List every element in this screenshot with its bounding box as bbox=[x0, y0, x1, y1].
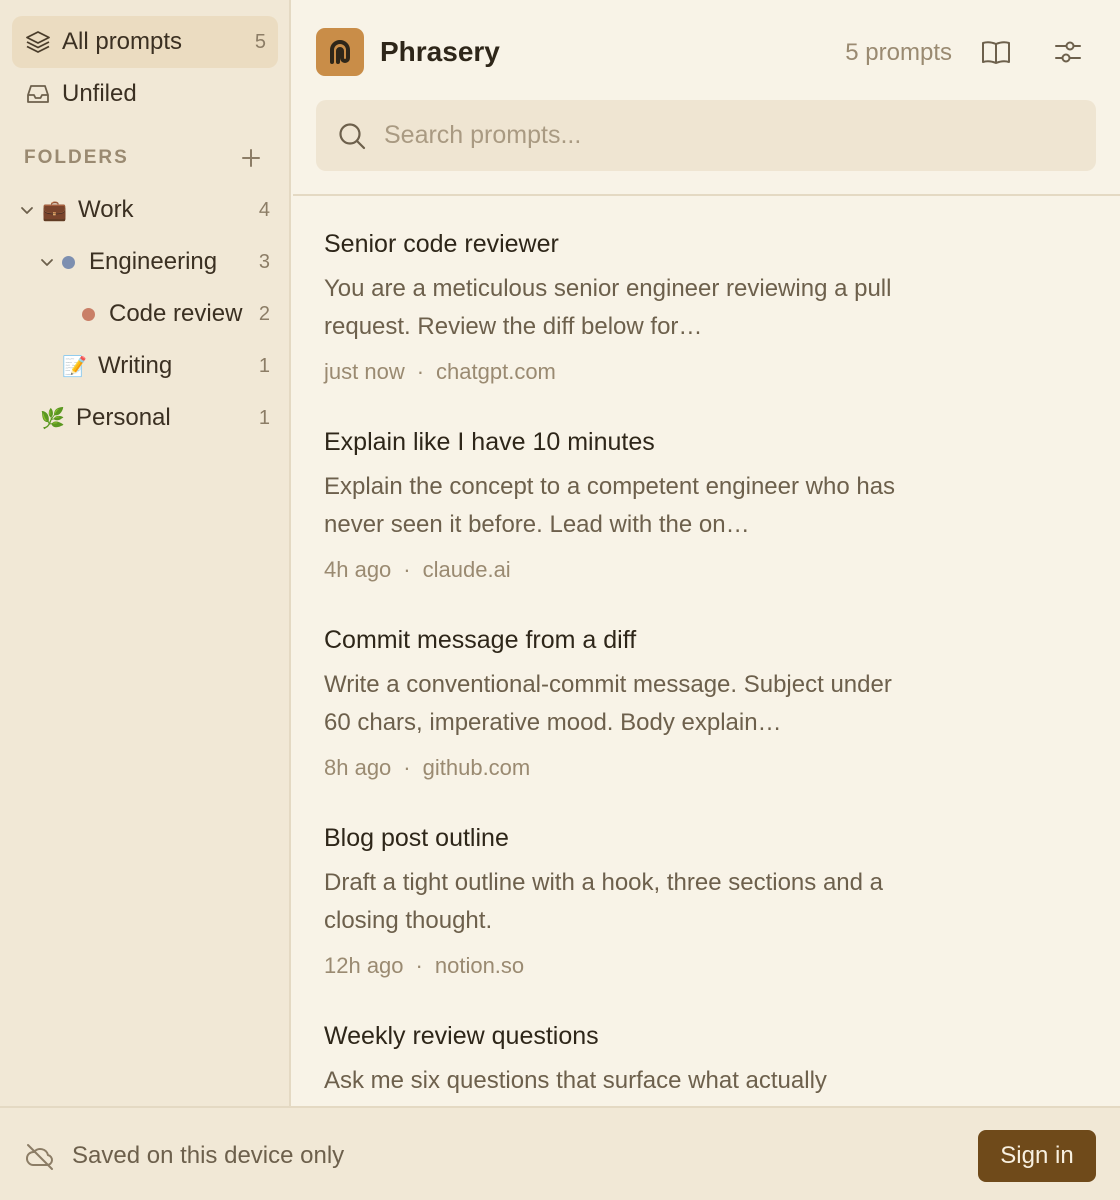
search-input[interactable] bbox=[384, 121, 1064, 150]
meta-separator: · bbox=[403, 557, 411, 582]
prompt-count: 5 prompts bbox=[845, 39, 952, 66]
folder-color-dot bbox=[82, 307, 95, 321]
settings-sliders-button[interactable] bbox=[1050, 34, 1086, 70]
nav-unfiled-label: Unfiled bbox=[62, 80, 137, 107]
briefcase-icon: 💼 bbox=[42, 199, 67, 222]
folder-engineering-label: Engineering bbox=[89, 248, 218, 275]
nav-all-prompts[interactable]: All prompts 5 bbox=[12, 16, 278, 68]
prompt-meta: 12h ago · notion.so bbox=[324, 952, 924, 980]
folder-writing-count: 1 bbox=[258, 354, 270, 377]
prompt-time: just now bbox=[324, 359, 405, 384]
prompt-preview: Explain the concept to a competent engin… bbox=[324, 473, 896, 538]
prompt-title: Commit message from a diff bbox=[324, 626, 637, 654]
folders-label: FOLDERS bbox=[24, 147, 129, 168]
prompt-source: claude.ai bbox=[422, 557, 511, 582]
add-folder-button[interactable] bbox=[238, 145, 264, 171]
folders-header: FOLDERS bbox=[24, 145, 264, 171]
folder-personal[interactable]: 🌿 Personal 1 bbox=[0, 398, 280, 438]
prompt-time: 12h ago bbox=[324, 953, 404, 978]
chevron-down-icon[interactable] bbox=[18, 201, 36, 219]
folder-writing[interactable]: 📝 Writing 1 bbox=[0, 346, 280, 386]
prompt-title: Blog post outline bbox=[324, 824, 509, 852]
prompt-card[interactable]: Senior code reviewer You are a meticulou… bbox=[324, 228, 924, 386]
nav-all-prompts-label: All prompts bbox=[62, 28, 183, 55]
folder-work-count: 4 bbox=[258, 198, 270, 221]
app-window: All prompts 5 Unfiled FOLDERS 💼 Work 4 E… bbox=[0, 0, 1120, 1200]
folder-color-dot bbox=[62, 255, 75, 269]
meta-separator: · bbox=[416, 359, 425, 384]
app-logo-icon bbox=[316, 28, 364, 76]
layers-icon bbox=[24, 28, 52, 56]
sign-in-button[interactable]: Sign in bbox=[978, 1130, 1096, 1182]
memo-icon: 📝 bbox=[62, 355, 87, 378]
prompt-title: Weekly review questions bbox=[324, 1022, 599, 1050]
prompt-preview: Draft a tight outline with a hook, three… bbox=[324, 869, 883, 934]
main-panel: Phrasery 5 prompts Search prompts... Sen… bbox=[293, 0, 1120, 1106]
leaf-icon: 🌿 bbox=[40, 407, 65, 430]
folder-engineering-count: 3 bbox=[258, 250, 270, 273]
footer-bar: Saved on this device only Sign in bbox=[0, 1106, 1120, 1200]
prompt-meta: just now · chatgpt.com bbox=[324, 358, 924, 386]
prompt-card[interactable]: Commit message from a diff Write a conve… bbox=[324, 624, 924, 782]
prompt-time: 4h ago bbox=[324, 557, 392, 582]
prompt-preview: You are a meticulous senior engineer rev… bbox=[324, 275, 892, 340]
prompt-meta: 8h ago · github.com bbox=[324, 754, 924, 782]
folder-code-review-count: 2 bbox=[258, 302, 270, 325]
nav-unfiled[interactable]: Unfiled bbox=[12, 68, 278, 120]
app-title: Phrasery bbox=[380, 36, 500, 67]
prompt-title: Senior code reviewer bbox=[324, 230, 559, 258]
search-bar[interactable] bbox=[316, 100, 1096, 171]
meta-separator: · bbox=[403, 755, 411, 780]
prompt-card[interactable]: Explain like I have 10 minutes Explain t… bbox=[324, 426, 924, 584]
search-icon bbox=[336, 120, 368, 152]
prompt-preview: Ask me six questions that surface what a… bbox=[324, 1067, 827, 1094]
sidebar: All prompts 5 Unfiled FOLDERS 💼 Work 4 E… bbox=[0, 0, 291, 1106]
folder-work-label: Work bbox=[78, 196, 134, 223]
folder-code-review[interactable]: Code review 2 bbox=[0, 294, 280, 334]
prompt-preview: Write a conventional-commit message. Sub… bbox=[324, 671, 892, 736]
prompt-meta: 4h ago · claude.ai bbox=[324, 556, 924, 584]
folder-work[interactable]: 💼 Work 4 bbox=[0, 190, 280, 230]
prompt-source: github.com bbox=[422, 755, 531, 780]
chevron-down-icon[interactable] bbox=[38, 253, 56, 271]
cloud-off-icon bbox=[24, 1140, 56, 1172]
prompt-card[interactable]: Weekly review questions Ask me six quest… bbox=[324, 1020, 924, 1106]
folder-personal-label: Personal bbox=[76, 404, 171, 431]
nav-all-prompts-count: 5 bbox=[254, 30, 266, 53]
storage-status: Saved on this device only bbox=[72, 1142, 345, 1169]
prompt-title: Explain like I have 10 minutes bbox=[324, 428, 655, 456]
folder-personal-count: 1 bbox=[258, 406, 270, 429]
inbox-icon bbox=[24, 80, 52, 108]
folder-code-review-label: Code review bbox=[109, 300, 243, 327]
prompt-time: 8h ago bbox=[324, 755, 392, 780]
library-button[interactable] bbox=[978, 34, 1014, 70]
folder-engineering[interactable]: Engineering 3 bbox=[0, 242, 280, 282]
prompt-card[interactable]: Blog post outline Draft a tight outline … bbox=[324, 822, 924, 980]
prompt-source: chatgpt.com bbox=[436, 359, 556, 384]
meta-separator: · bbox=[415, 953, 423, 978]
folder-writing-label: Writing bbox=[98, 352, 173, 379]
header: Phrasery 5 prompts bbox=[293, 0, 1120, 196]
prompt-source: notion.so bbox=[434, 953, 525, 978]
